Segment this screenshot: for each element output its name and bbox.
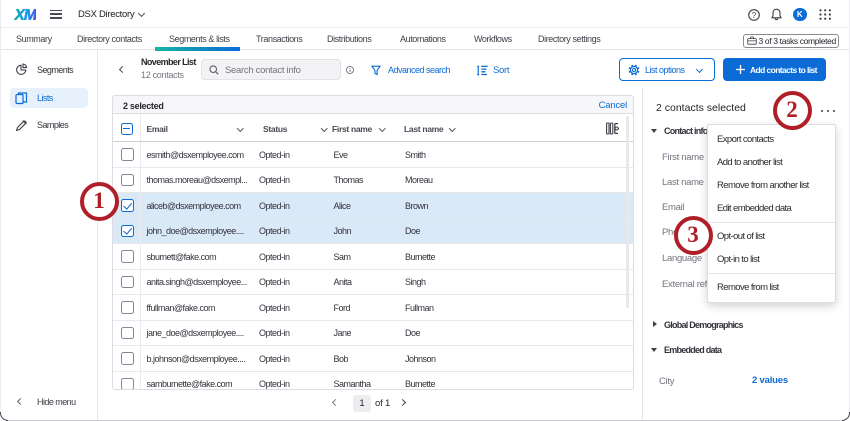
svg-text:?: ? [752, 11, 757, 20]
